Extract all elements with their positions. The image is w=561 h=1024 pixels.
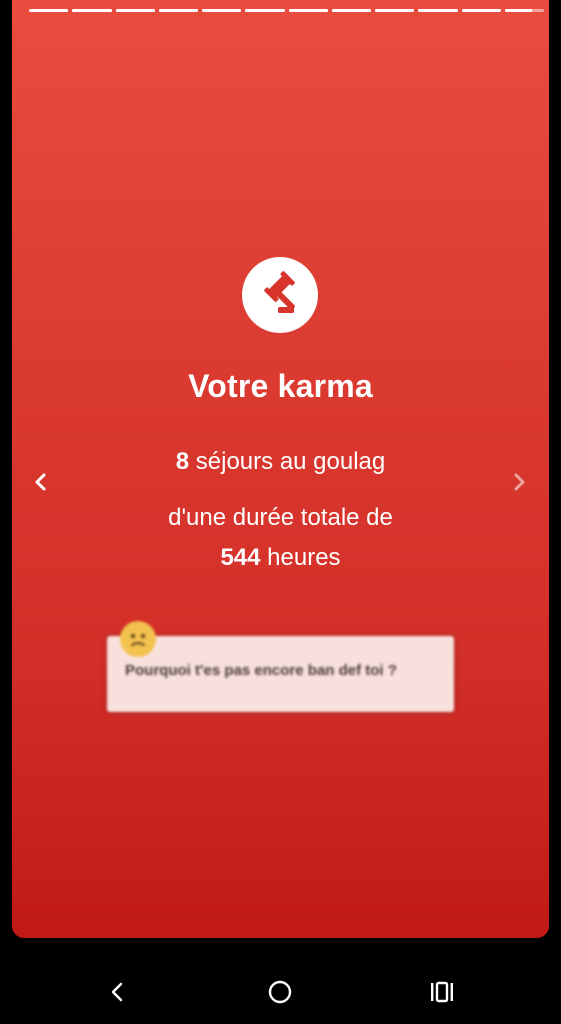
progress-segment-fill bbox=[115, 9, 155, 12]
screen: Votre karma 8 séjours au goulag d'une du… bbox=[0, 0, 561, 1024]
progress-segment bbox=[72, 9, 112, 12]
progress-segment bbox=[331, 9, 371, 12]
progress-segment-fill bbox=[375, 9, 415, 12]
progress-segment-fill bbox=[245, 9, 285, 12]
progress-segment-fill bbox=[331, 9, 371, 12]
hours-line: 544 heures bbox=[12, 544, 549, 572]
chevron-right-icon bbox=[514, 473, 525, 491]
progress-segment-fill bbox=[418, 9, 458, 12]
system-navigation-bar bbox=[0, 960, 561, 1024]
stays-label: séjours au goulag bbox=[195, 448, 386, 475]
progress-segment bbox=[115, 9, 155, 12]
progress-segment-fill bbox=[461, 9, 501, 12]
comment-text: Pourquoi t'es pas encore ban def toi ? bbox=[125, 662, 397, 679]
system-back-button[interactable] bbox=[98, 976, 138, 1008]
gavel-icon bbox=[242, 257, 318, 333]
progress-segment-fill bbox=[504, 9, 533, 12]
progress-segment bbox=[202, 9, 242, 12]
hours-label: heures bbox=[267, 544, 341, 571]
progress-segment-fill bbox=[202, 9, 242, 12]
progress-segment bbox=[418, 9, 458, 12]
progress-segment bbox=[461, 9, 501, 12]
progress-segment-fill bbox=[29, 9, 69, 12]
stays-line: 8 séjours au goulag bbox=[12, 448, 549, 476]
story-progress-bar bbox=[29, 9, 544, 13]
progress-segment bbox=[375, 9, 415, 12]
page-title: Votre karma bbox=[188, 368, 373, 404]
next-story-button[interactable] bbox=[504, 466, 536, 498]
emoji-face-icon bbox=[120, 621, 156, 657]
story-card[interactable]: Votre karma 8 séjours au goulag d'une du… bbox=[12, 0, 549, 938]
duration-intro: d'une durée totale de bbox=[168, 504, 393, 531]
home-icon bbox=[268, 980, 292, 1004]
progress-segment bbox=[504, 9, 544, 12]
progress-segment-fill bbox=[72, 9, 112, 12]
progress-segment bbox=[29, 9, 69, 12]
system-home-button[interactable] bbox=[260, 976, 300, 1008]
recents-icon bbox=[431, 981, 453, 1003]
system-recents-button[interactable] bbox=[422, 976, 462, 1008]
progress-segment-fill bbox=[158, 9, 198, 12]
chevron-left-icon bbox=[35, 473, 46, 491]
comment-bubble: Pourquoi t'es pas encore ban def toi ? bbox=[107, 636, 454, 712]
progress-segment bbox=[288, 9, 328, 12]
progress-segment bbox=[158, 9, 198, 12]
prev-story-button[interactable] bbox=[24, 466, 56, 498]
progress-segment bbox=[245, 9, 285, 12]
progress-segment-fill bbox=[288, 9, 328, 12]
hours-count: 544 bbox=[220, 544, 261, 571]
stays-count: 8 bbox=[175, 448, 190, 475]
back-icon bbox=[111, 982, 123, 1002]
